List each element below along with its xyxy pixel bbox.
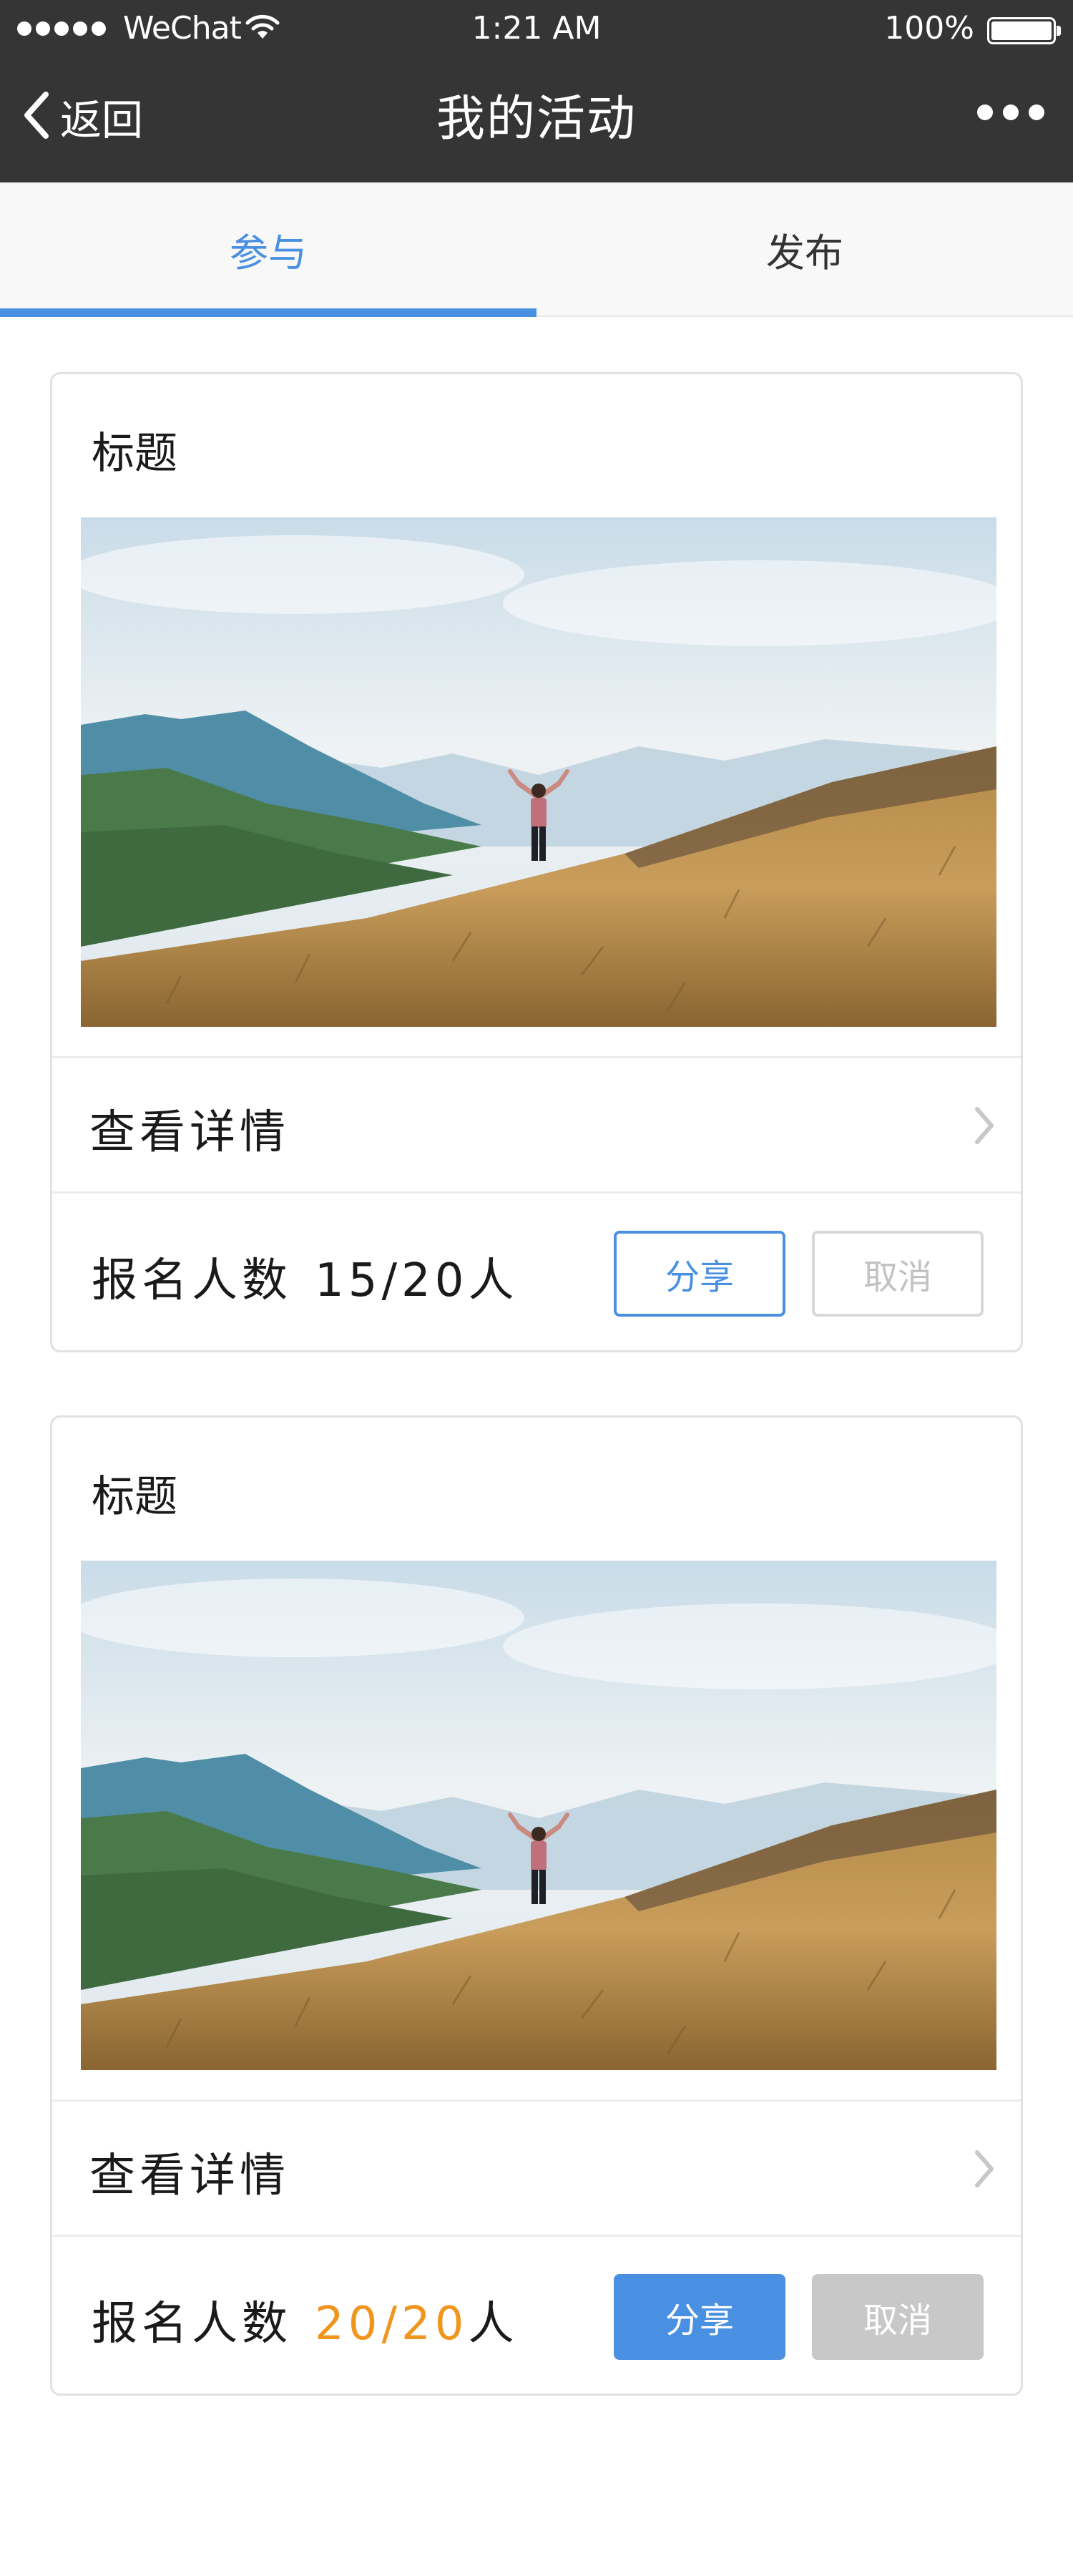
status-bar: WeChat 1:21 AM 100% [0, 0, 1073, 59]
tab-publish[interactable]: 发布 [536, 182, 1073, 316]
view-details-label: 查看详情 [89, 2150, 290, 2202]
battery-icon [987, 17, 1061, 44]
view-details-row[interactable]: 查看详情 [52, 2099, 1021, 2237]
landscape-photo [81, 1561, 996, 2070]
activity-card: 标题 [50, 1415, 1023, 2396]
share-button[interactable]: 分享 [614, 1231, 785, 1317]
cancel-button[interactable]: 取消 [812, 1231, 984, 1317]
page-title: 我的活动 [436, 91, 637, 147]
tab-bar: 参与 发布 [0, 182, 1073, 317]
signup-label: 报名人数 [92, 2298, 292, 2351]
card-title: 标题 [92, 1472, 177, 1522]
signup-count: 15/20 [315, 1254, 469, 1307]
top-bar: WeChat 1:21 AM 100% 返回 我的活动 [0, 0, 1073, 182]
tab-participate[interactable]: 参与 [0, 182, 536, 317]
signup-unit: 人 [468, 1254, 519, 1307]
chevron-right-icon [974, 1106, 995, 1148]
landscape-photo [81, 517, 996, 1027]
more-options-icon[interactable] [977, 104, 1044, 120]
signup-info: 报名人数 20/20人 [92, 2287, 518, 2353]
activity-image[interactable] [81, 1561, 996, 2070]
chevron-right-icon [974, 2149, 995, 2192]
battery-percent: 100% [884, 10, 974, 47]
signup-count: 20/20 [315, 2298, 469, 2351]
signup-unit: 人 [468, 2298, 519, 2351]
signup-label: 报名人数 [92, 1254, 292, 1307]
cancel-button[interactable]: 取消 [812, 2274, 984, 2360]
activity-image[interactable] [81, 517, 996, 1027]
view-details-label: 查看详情 [89, 1106, 290, 1159]
signup-row: 报名人数 15/20人 分享 取消 [52, 1194, 1021, 1350]
share-button[interactable]: 分享 [614, 2274, 785, 2360]
card-title: 标题 [92, 429, 177, 479]
activity-card: 标题 [50, 372, 1023, 1352]
view-details-row[interactable]: 查看详情 [52, 1056, 1021, 1194]
signup-row: 报名人数 20/20人 分享 取消 [52, 2237, 1021, 2394]
signup-info: 报名人数 15/20人 [92, 1244, 518, 1309]
